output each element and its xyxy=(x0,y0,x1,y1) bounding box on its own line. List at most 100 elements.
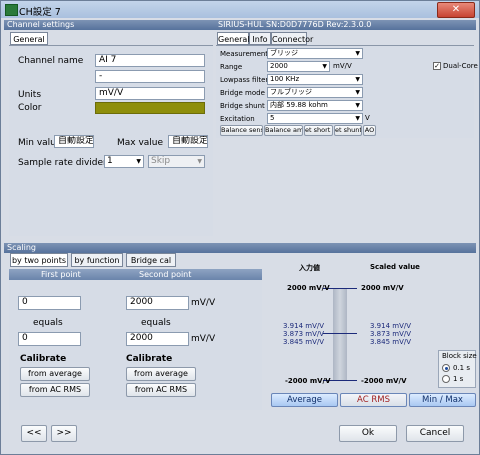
tab-info[interactable]: Info xyxy=(249,32,271,45)
channel-description-input[interactable]: - xyxy=(95,70,205,83)
block-size-radio-0-1s[interactable] xyxy=(442,364,450,372)
color-swatch[interactable] xyxy=(95,102,205,114)
sample-rate-select[interactable]: 1 ▼ xyxy=(104,155,144,168)
first-output-input[interactable]: 0 xyxy=(18,332,81,346)
range-select[interactable]: 2000 ▼ xyxy=(267,61,330,72)
ao-button[interactable]: AO xyxy=(363,125,376,136)
range-label: Range xyxy=(220,63,243,71)
block-size-label: Block size xyxy=(442,352,477,360)
device-info: SIRIUS-HUL SN:D0D7776D Rev:2.3.0.0 xyxy=(218,20,372,29)
bridge-shunt-value: 内部 59.88 kohm xyxy=(270,101,328,109)
chevron-down-icon: ▼ xyxy=(322,63,327,70)
close-icon[interactable]: ✕ xyxy=(452,4,460,15)
chevron-down-icon: ▼ xyxy=(355,76,360,83)
sample-rate-label: Sample rate divider xyxy=(18,158,107,168)
skip-value: Skip xyxy=(151,156,171,166)
channel-name-input[interactable]: AI 7 xyxy=(95,54,205,67)
first-from-ac-rms-button[interactable]: from AC RMS xyxy=(20,383,90,397)
meter-left-avg: 3.873 mV/V xyxy=(283,330,325,338)
lowpass-select[interactable]: 100 KHz ▼ xyxy=(267,74,363,85)
set-shunt-button[interactable]: et shunt o xyxy=(334,125,362,136)
meter-bar xyxy=(333,289,347,381)
previous-channel-button[interactable]: << xyxy=(21,425,47,442)
block-size-radio-1s[interactable] xyxy=(442,375,450,383)
lowpass-label: Lowpass filter xyxy=(220,76,269,84)
window-title: CH設定 7 xyxy=(19,7,61,18)
average-button[interactable]: Average xyxy=(271,393,338,407)
app-icon xyxy=(5,4,18,16)
scaling-header: Scaling xyxy=(4,243,476,253)
tab-connector[interactable]: Connector xyxy=(271,32,313,45)
next-channel-button[interactable]: >> xyxy=(51,425,77,442)
excitation-select[interactable]: 5 ▼ xyxy=(267,113,363,124)
ac-rms-button[interactable]: AC RMS xyxy=(340,393,407,407)
calibrate-first-label: Calibrate xyxy=(20,354,67,364)
meter-right-min: 3.845 mV/V xyxy=(370,338,412,346)
chevron-down-icon: ▼ xyxy=(136,158,141,165)
second-equals-label: equals xyxy=(141,318,171,328)
tab-general-right[interactable]: General xyxy=(217,32,250,45)
meter-top-left: 2000 mV/V xyxy=(287,284,330,292)
tab-bridge-cal[interactable]: Bridge cal xyxy=(126,253,176,267)
chevron-down-icon: ▼ xyxy=(355,102,360,109)
input-value-header: 入力値 xyxy=(299,264,320,272)
range-unit: mV/V xyxy=(333,62,352,70)
meter-right-max: 3.914 mV/V xyxy=(370,322,412,330)
skip-select[interactable]: Skip ▼ xyxy=(148,155,205,168)
second-output-input[interactable]: 2000 xyxy=(126,332,189,346)
min-value-input[interactable]: 自動設定 xyxy=(54,135,94,148)
tab-by-function[interactable]: by function xyxy=(71,253,123,267)
dialog-window: CH設定 7 ✕ Channel settings SIRIUS-HUL SN:… xyxy=(0,0,480,455)
tab-general-left[interactable]: General xyxy=(10,32,48,45)
scaled-value-header: Scaled value xyxy=(370,263,420,271)
meter-bottom-right: -2000 mV/V xyxy=(361,377,407,385)
measurement-label: Measurement xyxy=(220,50,269,58)
max-value-label: Max value xyxy=(117,138,164,148)
chevron-down-icon: ▼ xyxy=(197,158,202,165)
lowpass-value: 100 KHz xyxy=(270,75,300,83)
block-size-option-0-1s: 0.1 s xyxy=(453,364,471,372)
balance-sensor-button[interactable]: Balance sensor xyxy=(220,125,263,136)
meter-top-right: 2000 mV/V xyxy=(361,284,404,292)
second-from-average-button[interactable]: from average xyxy=(126,367,196,381)
channel-settings-header: Channel settings SIRIUS-HUL SN:D0D7776D … xyxy=(4,20,476,30)
bridge-mode-label: Bridge mode xyxy=(220,89,265,97)
cancel-button[interactable]: Cancel xyxy=(406,425,464,442)
check-icon: ✓ xyxy=(434,62,440,70)
measurement-select[interactable]: ブリッジ ▼ xyxy=(267,48,363,59)
meter-left-max: 3.914 mV/V xyxy=(283,322,325,330)
units-label: Units xyxy=(18,90,42,100)
units-input[interactable]: mV/V xyxy=(95,87,205,100)
channel-name-label: Channel name xyxy=(18,56,84,66)
bridge-shunt-select[interactable]: 内部 59.88 kohm ▼ xyxy=(267,100,363,111)
close-button[interactable]: ✕ xyxy=(437,2,475,18)
title-bar: CH設定 7 ✕ xyxy=(1,1,479,18)
min-max-button[interactable]: Min / Max xyxy=(409,393,476,407)
chevron-down-icon: ▼ xyxy=(355,115,360,122)
excitation-value: 5 xyxy=(270,114,275,122)
meter-value-tick xyxy=(323,333,357,334)
second-point-input[interactable]: 2000 xyxy=(126,296,189,310)
color-label: Color xyxy=(18,103,42,113)
set-short-button[interactable]: et short c xyxy=(304,125,333,136)
second-from-ac-rms-button[interactable]: from AC RMS xyxy=(126,383,196,397)
first-equals-label: equals xyxy=(33,318,63,328)
sample-rate-value: 1 xyxy=(107,156,113,166)
bridge-mode-value: フルブリッジ xyxy=(270,88,312,96)
meter-right-avg: 3.873 mV/V xyxy=(370,330,412,338)
tab-by-two-points[interactable]: by two points xyxy=(10,253,68,267)
first-point-input[interactable]: 0 xyxy=(18,296,81,310)
second-point-label: Second point xyxy=(139,270,192,279)
excitation-unit: V xyxy=(365,114,370,122)
ok-button[interactable]: Ok xyxy=(339,425,397,442)
max-value-input[interactable]: 自動設定 xyxy=(168,135,208,148)
chevron-down-icon: ▼ xyxy=(355,50,360,57)
bridge-mode-select[interactable]: フルブリッジ ▼ xyxy=(267,87,363,98)
input-unit-label: mV/V xyxy=(191,298,216,308)
balance-amplifier-button[interactable]: Balance ampl. xyxy=(264,125,303,136)
meter-left-min: 3.845 mV/V xyxy=(283,338,325,346)
calibrate-second-label: Calibrate xyxy=(126,354,173,364)
first-from-average-button[interactable]: from average xyxy=(20,367,90,381)
range-value: 2000 xyxy=(270,62,288,70)
dual-core-checkbox[interactable]: ✓ xyxy=(433,62,441,70)
